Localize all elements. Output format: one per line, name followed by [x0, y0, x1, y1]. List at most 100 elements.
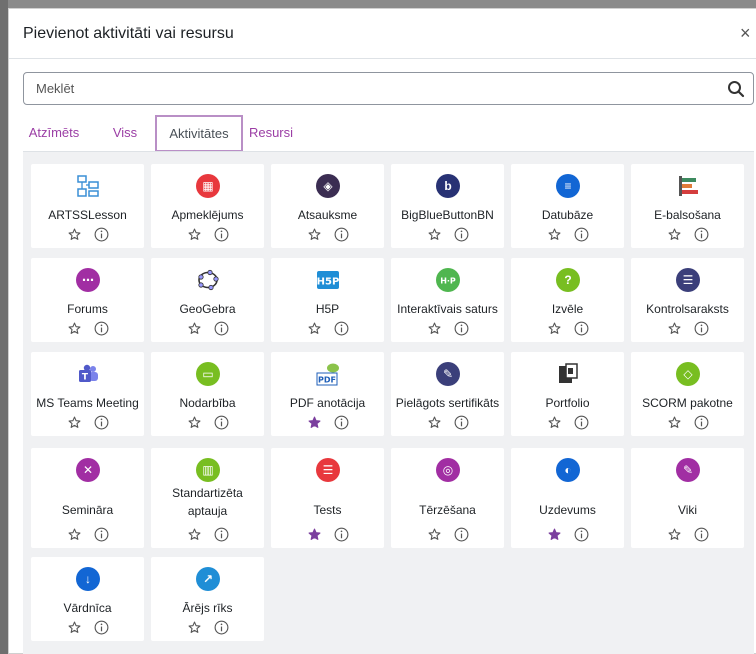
info-icon[interactable] [94, 227, 109, 242]
tab-starred[interactable]: Atzīmēts [23, 115, 85, 151]
star-icon[interactable] [428, 228, 441, 241]
info-icon[interactable] [574, 415, 589, 430]
info-icon[interactable] [334, 527, 349, 542]
star-icon[interactable] [308, 322, 321, 335]
bigbluebutton-icon: b [436, 174, 460, 198]
search-icon[interactable] [727, 80, 745, 98]
info-icon[interactable] [454, 227, 469, 242]
tab-resources[interactable]: Resursi [245, 115, 297, 151]
info-icon[interactable] [694, 527, 709, 542]
info-icon[interactable] [694, 321, 709, 336]
info-icon[interactable] [574, 527, 589, 542]
activity-card[interactable]: ◈ Atsauksme [271, 164, 384, 248]
info-icon[interactable] [454, 415, 469, 430]
star-icon[interactable] [188, 416, 201, 429]
star-icon[interactable] [668, 322, 681, 335]
activity-card[interactable]: ▭ Nodarbība [151, 352, 264, 436]
activity-card[interactable]: ◐ Uzdevums [511, 448, 624, 548]
info-icon[interactable] [214, 527, 229, 542]
activity-card[interactable]: b BigBlueButtonBN [391, 164, 504, 248]
activity-card[interactable]: Portfolio [511, 352, 624, 436]
activity-card[interactable]: ▦ Apmeklējums [151, 164, 264, 248]
star-icon[interactable] [668, 228, 681, 241]
feedback-icon: ◈ [316, 174, 340, 198]
activity-card[interactable]: ▥ Standartizēta aptauja [151, 448, 264, 548]
star-icon[interactable] [548, 416, 561, 429]
star-filled-icon[interactable] [548, 528, 561, 541]
star-icon[interactable] [548, 322, 561, 335]
star-icon[interactable] [68, 416, 81, 429]
info-icon[interactable] [574, 227, 589, 242]
activity-card[interactable]: ARTSSLesson [31, 164, 144, 248]
info-icon[interactable] [334, 227, 349, 242]
info-icon[interactable] [574, 321, 589, 336]
star-icon[interactable] [668, 528, 681, 541]
info-icon[interactable] [214, 415, 229, 430]
star-icon[interactable] [68, 528, 81, 541]
info-icon[interactable] [94, 527, 109, 542]
info-icon[interactable] [694, 227, 709, 242]
star-icon[interactable] [308, 228, 321, 241]
star-icon[interactable] [68, 322, 81, 335]
svg-text:T: T [82, 373, 89, 383]
star-icon[interactable] [68, 621, 81, 634]
star-icon[interactable] [188, 621, 201, 634]
star-icon[interactable] [548, 228, 561, 241]
activity-card[interactable]: H·P Interaktīvais saturs [391, 258, 504, 342]
activity-name: Ārējs rīks [182, 601, 233, 615]
activity-name: Tērzēšana [419, 503, 476, 517]
info-icon[interactable] [334, 415, 349, 430]
activity-card[interactable]: ◇ SCORM pakotne [631, 352, 744, 436]
certificate-icon: ✎ [436, 362, 460, 386]
activity-card[interactable]: ? Izvēle [511, 258, 624, 342]
star-icon[interactable] [188, 528, 201, 541]
info-icon[interactable] [94, 620, 109, 635]
activity-card[interactable]: PDF PDF anotācija [271, 352, 384, 436]
star-icon[interactable] [188, 228, 201, 241]
svg-text:H5P: H5P [317, 277, 340, 288]
tab-activities[interactable]: Aktivitātes [155, 115, 243, 152]
info-icon[interactable] [214, 227, 229, 242]
activity-card[interactable]: H5P H5P [271, 258, 384, 342]
info-icon[interactable] [94, 415, 109, 430]
activity-card[interactable]: ✎ Viki [631, 448, 744, 548]
activity-card[interactable]: ↗ Ārējs rīks [151, 557, 264, 641]
activity-name: Semināra [61, 503, 114, 517]
star-icon[interactable] [668, 416, 681, 429]
info-icon[interactable] [214, 620, 229, 635]
tab-all[interactable]: Viss [106, 115, 144, 151]
wiki-pencil-icon: ✎ [676, 458, 700, 482]
activity-card[interactable]: ✕ Semināra [31, 448, 144, 548]
info-icon[interactable] [214, 321, 229, 336]
star-icon[interactable] [428, 528, 441, 541]
search-input[interactable] [24, 73, 704, 104]
activity-name: Viki [677, 503, 698, 517]
activity-card[interactable]: ≡ Datubāze [511, 164, 624, 248]
activity-card[interactable]: GeoGebra [151, 258, 264, 342]
activity-name: Atsauksme [297, 208, 358, 222]
info-icon[interactable] [454, 321, 469, 336]
activity-card[interactable]: T MS Teams Meeting [31, 352, 144, 436]
star-icon[interactable] [188, 322, 201, 335]
close-icon[interactable]: × [740, 23, 756, 43]
info-icon[interactable] [94, 321, 109, 336]
info-icon[interactable] [454, 527, 469, 542]
star-icon[interactable] [428, 322, 441, 335]
activity-card[interactable]: E-balsošana [631, 164, 744, 248]
activity-card[interactable]: ✎ Pielāgots sertifikāts [391, 352, 504, 436]
quiz-list-icon: ☰ [316, 458, 340, 482]
star-filled-icon[interactable] [308, 416, 321, 429]
activity-card[interactable]: ◎ Tērzēšana [391, 448, 504, 548]
star-icon[interactable] [428, 416, 441, 429]
activity-card[interactable]: ↓ Vārdnīca [31, 557, 144, 641]
info-icon[interactable] [334, 321, 349, 336]
activity-card[interactable]: ☰ Tests [271, 448, 384, 548]
activity-card[interactable]: ⋯ Forums [31, 258, 144, 342]
checklist-icon: ☰ [676, 268, 700, 292]
star-filled-icon[interactable] [308, 528, 321, 541]
activity-name: PDF anotācija [289, 396, 366, 410]
info-icon[interactable] [694, 415, 709, 430]
forum-icon: ⋯ [76, 268, 100, 292]
star-icon[interactable] [68, 228, 81, 241]
activity-card[interactable]: ☰ Kontrolsaraksts [631, 258, 744, 342]
